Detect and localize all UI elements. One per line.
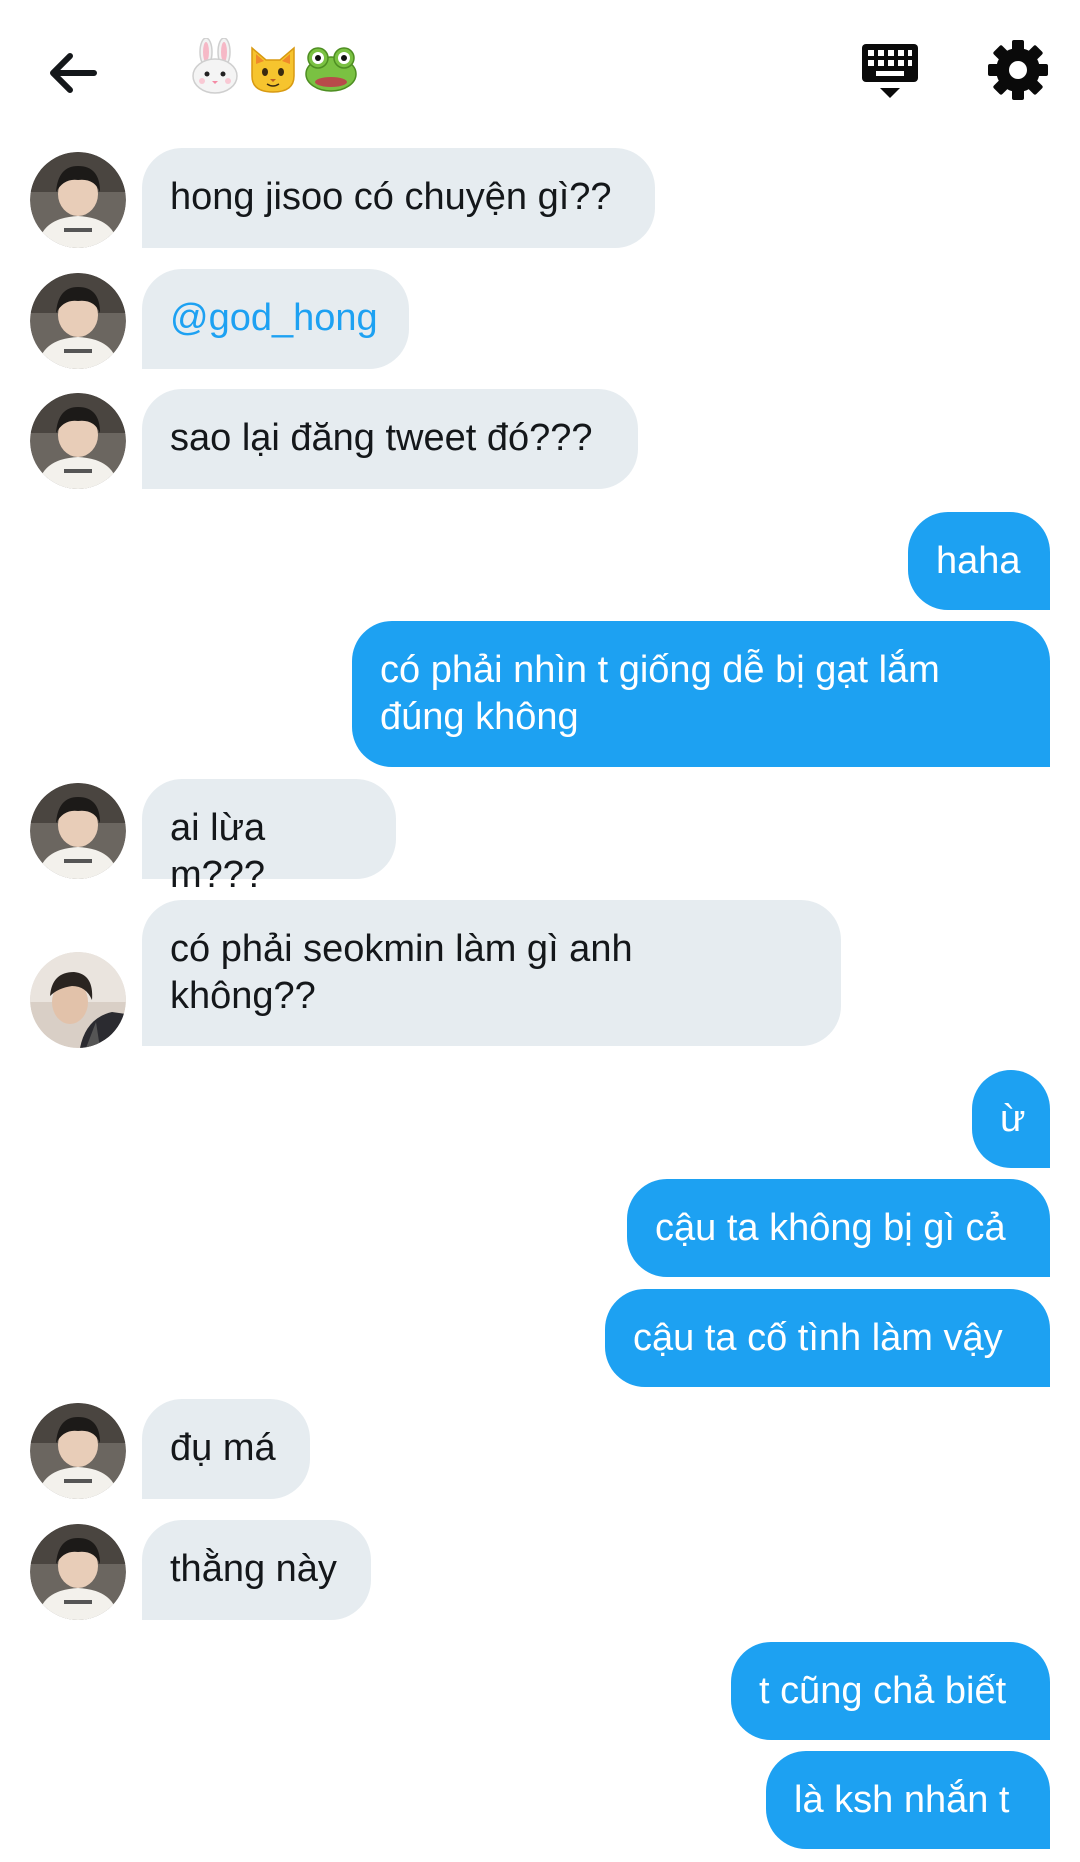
message-text: t cũng chả biết <box>759 1670 1007 1712</box>
outgoing-message[interactable]: có phải nhìn t giống dễ bị gạt lắm đúng … <box>352 621 1050 767</box>
outgoing-message[interactable]: ừ <box>972 1070 1050 1168</box>
avatar[interactable] <box>30 783 126 879</box>
back-button[interactable] <box>38 38 108 108</box>
incoming-message[interactable]: @god_hong <box>142 269 409 369</box>
frog-face-icon <box>305 47 357 92</box>
incoming-message[interactable]: đụ má <box>142 1399 310 1499</box>
incoming-message[interactable]: hong jisoo có chuyện gì?? <box>142 148 655 248</box>
message-text: cậu ta không bị gì cả <box>655 1207 1006 1249</box>
avatar[interactable] <box>30 273 126 369</box>
message-text: hong jisoo có chuyện gì?? <box>170 176 612 218</box>
settings-button[interactable] <box>986 38 1050 102</box>
avatar[interactable] <box>30 393 126 489</box>
keyboard-hide-icon <box>862 44 918 98</box>
rabbit-face-icon <box>192 38 238 94</box>
chat-screen: hong jisoo có chuyện gì?? @god_hong sao … <box>0 0 1080 1862</box>
avatar[interactable] <box>30 952 126 1048</box>
message-text: là ksh nhắn t <box>794 1779 1010 1821</box>
outgoing-message[interactable]: cậu ta không bị gì cả <box>627 1179 1050 1277</box>
outgoing-message[interactable]: là ksh nhắn t <box>766 1751 1050 1849</box>
message-text-line: không?? <box>170 975 316 1017</box>
outgoing-message[interactable]: t cũng chả biết <box>731 1642 1050 1740</box>
incoming-message[interactable]: sao lại đăng tweet đó??? <box>142 389 638 489</box>
arrow-left-icon <box>50 53 97 93</box>
outgoing-message[interactable]: cậu ta cố tình làm vậy <box>605 1289 1050 1387</box>
message-text-line: có phải seokmin làm gì anh <box>170 928 633 970</box>
cat-face-icon <box>251 46 295 93</box>
avatar[interactable] <box>30 1403 126 1499</box>
incoming-message[interactable]: ai lừa m??? <box>142 779 396 896</box>
avatar[interactable] <box>30 152 126 248</box>
message-text: haha <box>936 540 1021 582</box>
message-text: đụ má <box>170 1427 276 1469</box>
incoming-message[interactable]: thằng này <box>142 1520 371 1620</box>
conversation-header <box>0 0 1080 140</box>
message-text: sao lại đăng tweet đó??? <box>170 417 593 459</box>
hide-keyboard-button[interactable] <box>858 40 922 104</box>
gear-icon <box>988 40 1048 100</box>
message-text: ừ <box>1000 1098 1026 1140</box>
message-text-line: có phải nhìn t giống dễ bị gạt lắm <box>380 649 940 691</box>
incoming-message[interactable]: có phải seokmin làm gì anh không?? <box>142 900 841 1046</box>
message-text: cậu ta cố tình làm vậy <box>633 1317 1003 1359</box>
mention-link[interactable]: @god_hong <box>170 297 378 339</box>
conversation-title[interactable] <box>188 38 358 102</box>
message-text: thằng này <box>170 1548 337 1590</box>
outgoing-message[interactable]: haha <box>908 512 1050 610</box>
message-text-line: đúng không <box>380 696 579 738</box>
avatar[interactable] <box>30 1524 126 1620</box>
message-text: ai lừa m??? <box>170 807 266 896</box>
